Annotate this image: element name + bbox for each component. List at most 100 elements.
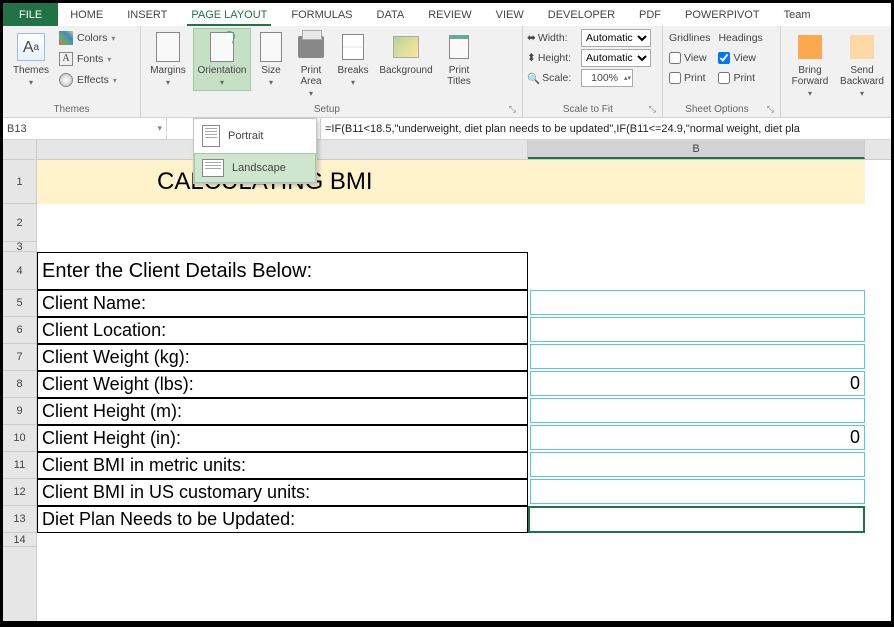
width-label: ⬌ Width: <box>527 32 577 44</box>
headings-view-checkbox[interactable] <box>718 52 730 64</box>
cell-a13[interactable]: Diet Plan Needs to be Updated: <box>37 506 528 533</box>
portrait-icon <box>202 125 220 147</box>
scale-spinner[interactable]: 100% <box>581 69 633 87</box>
chevron-down-icon: ▾ <box>157 123 162 134</box>
row-header-7[interactable]: 7 <box>3 344 36 371</box>
orientation-landscape[interactable]: Landscape <box>194 153 316 183</box>
ribbon-tabs: FILE HOME INSERT PAGE LAYOUT FORMULAS DA… <box>3 3 891 26</box>
scale-label: 🔍 Scale: <box>527 72 577 85</box>
select-all-corner[interactable] <box>3 140 37 160</box>
formula-input[interactable]: =IF(B11<18.5,"underweight, diet plan nee… <box>321 118 891 139</box>
chevron-down-icon: ▾ <box>309 88 313 99</box>
worksheet[interactable]: 1 2 3 4 5 6 7 8 9 10 11 12 13 14 A B CAL… <box>3 140 891 621</box>
headings-header: Headings <box>718 28 762 48</box>
ribbon: Aa Themes ▾ Colors ▾ AFonts ▾ Effects ▾ … <box>3 26 891 118</box>
size-button[interactable]: Size▾ <box>253 28 289 91</box>
cell-a1-title[interactable]: CALCULATING BMI <box>37 160 865 204</box>
chevron-down-icon: ▾ <box>269 77 273 88</box>
themes-button[interactable]: Aa Themes ▾ <box>7 28 55 91</box>
print-titles-button[interactable]: Print Titles <box>439 28 479 90</box>
row-header-12[interactable]: 12 <box>3 479 36 506</box>
row-header-10[interactable]: 10 <box>3 425 36 452</box>
orientation-button[interactable]: Orientation▾ <box>193 28 251 91</box>
tab-file[interactable]: FILE <box>3 3 58 26</box>
row-header-8[interactable]: 8 <box>3 371 36 398</box>
row-header-14[interactable]: 14 <box>3 533 36 547</box>
row-header-11[interactable]: 11 <box>3 452 36 479</box>
cell-a8[interactable]: Client Weight (lbs): <box>37 371 528 398</box>
colors-icon <box>59 31 73 45</box>
group-pagesetup-label: Setup⤡ <box>145 102 518 117</box>
cell-b9[interactable] <box>530 398 865 423</box>
effects-button[interactable]: Effects ▾ <box>57 70 119 90</box>
landscape-icon <box>202 159 224 177</box>
row-header-13[interactable]: 13 <box>3 506 36 533</box>
breaks-button[interactable]: Breaks▾ <box>333 28 373 91</box>
cell-b8[interactable]: 0 <box>530 371 865 396</box>
cell-b11[interactable] <box>530 452 865 477</box>
chevron-down-icon: ▾ <box>166 77 170 88</box>
tab-team[interactable]: Team <box>772 3 823 26</box>
tab-pdf[interactable]: PDF <box>627 3 673 26</box>
row-header-2[interactable]: 2 <box>3 204 36 242</box>
row-header-1[interactable]: 1 <box>3 160 36 204</box>
cell-b6[interactable] <box>530 317 865 342</box>
themes-label: Themes <box>13 65 49 76</box>
chevron-down-icon: ▾ <box>808 88 812 99</box>
cell-a9[interactable]: Client Height (m): <box>37 398 528 425</box>
cell-a4[interactable]: Enter the Client Details Below: <box>37 252 528 290</box>
chevron-down-icon: ▾ <box>220 77 224 88</box>
height-select[interactable]: Automatic <box>581 49 651 67</box>
cell-a5[interactable]: Client Name: <box>37 290 528 317</box>
margins-button[interactable]: Margins▾ <box>145 28 191 91</box>
cell-b10[interactable]: 0 <box>530 425 865 450</box>
group-scale-label: Scale to Fit⤡ <box>527 102 658 117</box>
tab-developer[interactable]: DEVELOPER <box>536 3 627 26</box>
cell-a6[interactable]: Client Location: <box>37 317 528 344</box>
tab-formulas[interactable]: FORMULAS <box>279 3 364 26</box>
chevron-down-icon: ▾ <box>351 77 355 88</box>
tab-powerpivot[interactable]: POWERPIVOT <box>673 3 772 26</box>
headings-print-checkbox[interactable] <box>718 72 730 84</box>
print-area-button[interactable]: Print Area▾ <box>291 28 331 102</box>
colors-button[interactable]: Colors ▾ <box>57 28 119 48</box>
cell-b12[interactable] <box>530 479 865 504</box>
row-header-3[interactable]: 3 <box>3 242 36 252</box>
group-themes-label: Themes <box>7 102 136 117</box>
height-label: ⬍ Height: <box>527 52 577 64</box>
background-button[interactable]: Background <box>375 28 437 79</box>
gridlines-view-checkbox[interactable] <box>669 52 681 64</box>
group-sheetoptions-label: Sheet Options⤡ <box>667 102 776 117</box>
orientation-portrait[interactable]: Portrait <box>194 119 316 153</box>
tab-review[interactable]: REVIEW <box>416 3 483 26</box>
col-header-b[interactable]: B <box>528 140 865 159</box>
bring-forward-button[interactable]: Bring Forward▾ <box>785 28 835 102</box>
tab-home[interactable]: HOME <box>58 3 115 26</box>
row-header-5[interactable]: 5 <box>3 290 36 317</box>
orientation-menu: Portrait Landscape <box>193 118 317 184</box>
cell-a7[interactable]: Client Weight (kg): <box>37 344 528 371</box>
name-box[interactable]: B13▾ <box>3 118 167 139</box>
gridlines-print-checkbox[interactable] <box>669 72 681 84</box>
cell-a12[interactable]: Client BMI in US customary units: <box>37 479 528 506</box>
fonts-icon: A <box>59 52 73 66</box>
tab-insert[interactable]: INSERT <box>115 3 179 26</box>
width-select[interactable]: Automatic <box>581 29 651 47</box>
row-header-6[interactable]: 6 <box>3 317 36 344</box>
cell-b13-selected[interactable] <box>528 506 865 533</box>
cell-b7[interactable] <box>530 344 865 369</box>
row-header-4[interactable]: 4 <box>3 252 36 290</box>
effects-icon <box>59 73 73 87</box>
tab-view[interactable]: VIEW <box>484 3 536 26</box>
fonts-button[interactable]: AFonts ▾ <box>57 49 119 69</box>
row-header-9[interactable]: 9 <box>3 398 36 425</box>
gridlines-header: Gridlines <box>669 28 710 48</box>
cell-a11[interactable]: Client BMI in metric units: <box>37 452 528 479</box>
chevron-down-icon: ▾ <box>29 77 33 88</box>
tab-page-layout[interactable]: PAGE LAYOUT <box>179 3 279 26</box>
cell-a10[interactable]: Client Height (in): <box>37 425 528 452</box>
formula-bar: B13▾ fx =IF(B11<18.5,"underweight, diet … <box>3 118 891 140</box>
send-backward-button[interactable]: Send Backward▾ <box>837 28 887 102</box>
cell-b5[interactable] <box>530 290 865 315</box>
tab-data[interactable]: DATA <box>365 3 417 26</box>
